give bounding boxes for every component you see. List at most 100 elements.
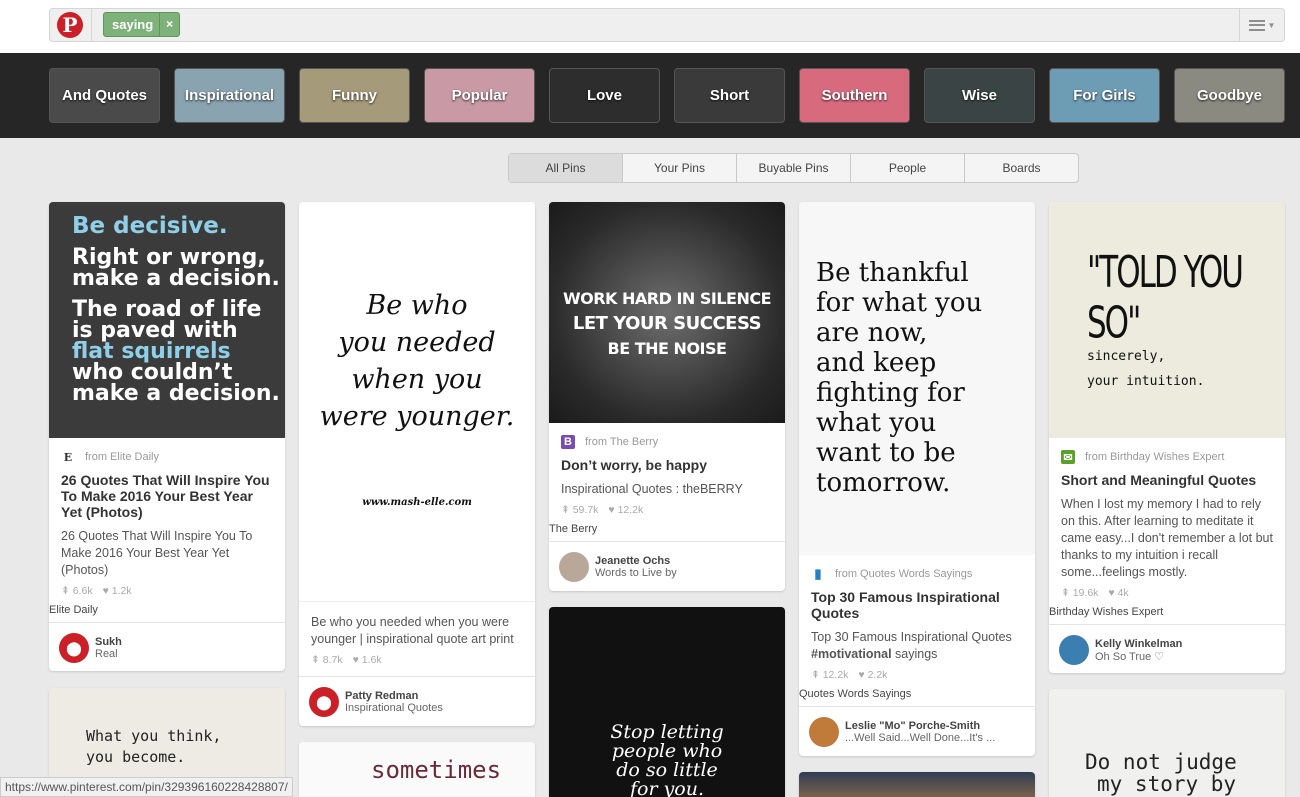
tab-buyable-pins[interactable]: Buyable Pins — [737, 154, 851, 182]
menu-button[interactable]: ▼ — [1239, 9, 1284, 41]
pin-card[interactable]: Be decisive. Right or wrong, make a deci… — [49, 202, 285, 671]
close-icon[interactable]: × — [159, 13, 179, 36]
guide-for-girls[interactable]: For Girls — [1049, 68, 1160, 123]
like-count: ♥ 4k — [1108, 587, 1129, 599]
board-name[interactable]: Words to Live by — [595, 567, 677, 579]
quote-line: you become. — [86, 748, 186, 766]
pinner-name[interactable]: Patty Redman — [345, 690, 443, 702]
pin-card[interactable]: Stop letting people who do so little for… — [549, 607, 785, 797]
pin-image[interactable]: Be decisive. Right or wrong, make a deci… — [49, 202, 285, 438]
pin-card[interactable]: sometimes — [299, 742, 535, 797]
pin-icon: ⬤ — [59, 633, 89, 663]
guide-popular[interactable]: Popular — [424, 68, 535, 123]
quote-line: were younger. — [319, 401, 515, 432]
pinterest-logo-icon[interactable]: P — [57, 12, 83, 38]
guide-love[interactable]: Love — [549, 68, 660, 123]
tab-people[interactable]: People — [851, 154, 965, 182]
guide-inspirational[interactable]: Inspirational — [174, 68, 285, 123]
pin-image[interactable]: "TOLD YOU SO" sincerely, your intuition. — [1049, 202, 1285, 438]
pin-image[interactable]: Stop letting people who do so little for… — [549, 607, 785, 797]
pin-credit: Birthday Wishes Expert — [1049, 606, 1164, 618]
quote-line: who couldn’t — [72, 360, 233, 385]
chevron-down-icon: ▼ — [1267, 20, 1276, 30]
board-name[interactable]: Oh So True ♡ — [1095, 650, 1182, 663]
tab-all-pins[interactable]: All Pins — [509, 154, 623, 182]
pin-card[interactable]: Be thankful for what you are now, and ke… — [799, 202, 1035, 756]
pin-card[interactable]: Do not judge my story by — [1049, 689, 1285, 797]
pin-image[interactable] — [799, 772, 1035, 797]
pin-stats: ⇞ 8.7k ♥ 1.6k — [299, 654, 535, 668]
hashtag-link[interactable]: #motivational — [811, 647, 892, 661]
search-box[interactable] — [49, 8, 1285, 42]
pin-title[interactable]: Top 30 Famous Inspirational Quotes — [799, 589, 1035, 621]
pin-image[interactable]: sometimes — [299, 742, 535, 797]
pin-title[interactable]: Short and Meaningful Quotes — [1049, 472, 1285, 488]
pinner-info[interactable]: Kelly Winkelman Oh So True ♡ — [1049, 624, 1285, 673]
pin-card[interactable] — [799, 772, 1035, 797]
gift-icon: ✉ — [1061, 450, 1075, 464]
quote-line: are now, — [816, 318, 928, 348]
quote-line: fighting for — [816, 378, 965, 408]
pin-stats: ⇞ 19.6k ♥ 4k — [1049, 587, 1285, 601]
menu-icon — [1248, 19, 1265, 31]
guide-wise[interactable]: Wise — [924, 68, 1035, 123]
pin-card[interactable]: WORK HARD IN SILENCE LET YOUR SUCCESS BE… — [549, 202, 785, 591]
guide-label: Popular — [451, 87, 508, 104]
pin-source[interactable]: Bfrom The Berry — [549, 433, 785, 451]
pin-image[interactable]: Do not judge my story by — [1049, 689, 1285, 797]
quote-line: for you. — [629, 778, 705, 797]
quote-line: The road of life — [72, 297, 262, 322]
repin-count: ⇞ 6.6k — [61, 585, 93, 597]
pinner-name[interactable]: Sukh — [95, 636, 122, 648]
pinner-info[interactable]: ⬤ Sukh Real — [49, 622, 285, 671]
tab-boards[interactable]: Boards — [965, 154, 1078, 182]
guide-and-quotes[interactable]: And Quotes — [49, 68, 160, 123]
tab-your-pins[interactable]: Your Pins — [623, 154, 737, 182]
pin-image[interactable]: WORK HARD IN SILENCE LET YOUR SUCCESS BE… — [549, 202, 785, 423]
board-name[interactable]: Inspirational Quotes — [345, 702, 443, 714]
pin-title[interactable]: 26 Quotes That Will Inspire You To Make … — [49, 472, 285, 520]
pin-description: Top 30 Famous Inspirational Quotes #moti… — [811, 630, 1012, 661]
pin-credit: Elite Daily — [49, 604, 98, 616]
quote-line: "TOLD YOU SO" — [1087, 248, 1244, 349]
search-chip[interactable]: saying × — [103, 12, 181, 37]
quote-line: LET YOUR SUCCESS — [572, 313, 762, 334]
board-name[interactable]: Real — [95, 648, 122, 660]
pin-description: 26 Quotes That Will Inspire You To Make … — [61, 529, 253, 577]
pinner-info[interactable]: ⬤ Patty Redman Inspirational Quotes — [299, 676, 535, 726]
quote-line: is paved with — [72, 318, 238, 343]
quote-line: flat squirrels — [72, 339, 231, 364]
search-chip-label: saying — [112, 17, 154, 32]
repin-count: ⇞ 19.6k — [1061, 587, 1099, 599]
pin-source[interactable]: ✉ from Birthday Wishes Expert — [1049, 448, 1285, 466]
pinner-info[interactable]: Jeanette Ochs Words to Live by — [549, 541, 785, 591]
pin-credit: The Berry — [549, 523, 598, 535]
guide-goodbye[interactable]: Goodbye — [1174, 68, 1285, 123]
board-name[interactable]: ...Well Said...Well Done...It's ... — [845, 732, 995, 744]
guide-short[interactable]: Short — [674, 68, 785, 123]
avatar — [1059, 635, 1089, 665]
pinner-name[interactable]: Leslie "Mo" Porche-Smith — [845, 720, 995, 732]
pin-card[interactable]: Be who you needed when you were younger.… — [299, 202, 535, 726]
like-count: ♥ 2.2k — [858, 669, 888, 681]
pin-description: Be who you needed when you were younger … — [311, 615, 514, 646]
source-label: from Elite Daily — [85, 451, 159, 463]
quote-line: for what you — [816, 288, 983, 318]
quote-line: BE THE NOISE — [607, 339, 727, 358]
quote-line: Right or wrong, — [72, 245, 266, 270]
repin-count: ⇞ 59.7k — [561, 504, 599, 516]
pin-title[interactable]: Don’t worry, be happy — [549, 457, 785, 473]
guide-funny[interactable]: Funny — [299, 68, 410, 123]
pinner-name[interactable]: Kelly Winkelman — [1095, 638, 1182, 650]
pinner-info[interactable]: Leslie "Mo" Porche-Smith ...Well Said...W… — [799, 706, 1035, 756]
pin-source[interactable]: ▮ from Quotes Words Sayings — [799, 565, 1035, 583]
like-count: ♥ 12.2k — [608, 504, 644, 516]
source-logo-icon: E — [63, 450, 73, 464]
pin-card[interactable]: "TOLD YOU SO" sincerely, your intuition.… — [1049, 202, 1285, 673]
quote-line: Be who — [366, 290, 468, 321]
guide-southern[interactable]: Southern — [799, 68, 910, 123]
pin-image[interactable]: Be who you needed when you were younger.… — [299, 202, 535, 602]
pin-image[interactable]: Be thankful for what you are now, and ke… — [799, 202, 1035, 555]
pinner-name[interactable]: Jeanette Ochs — [595, 555, 677, 567]
pin-source[interactable]: Efrom Elite Daily — [49, 448, 285, 466]
